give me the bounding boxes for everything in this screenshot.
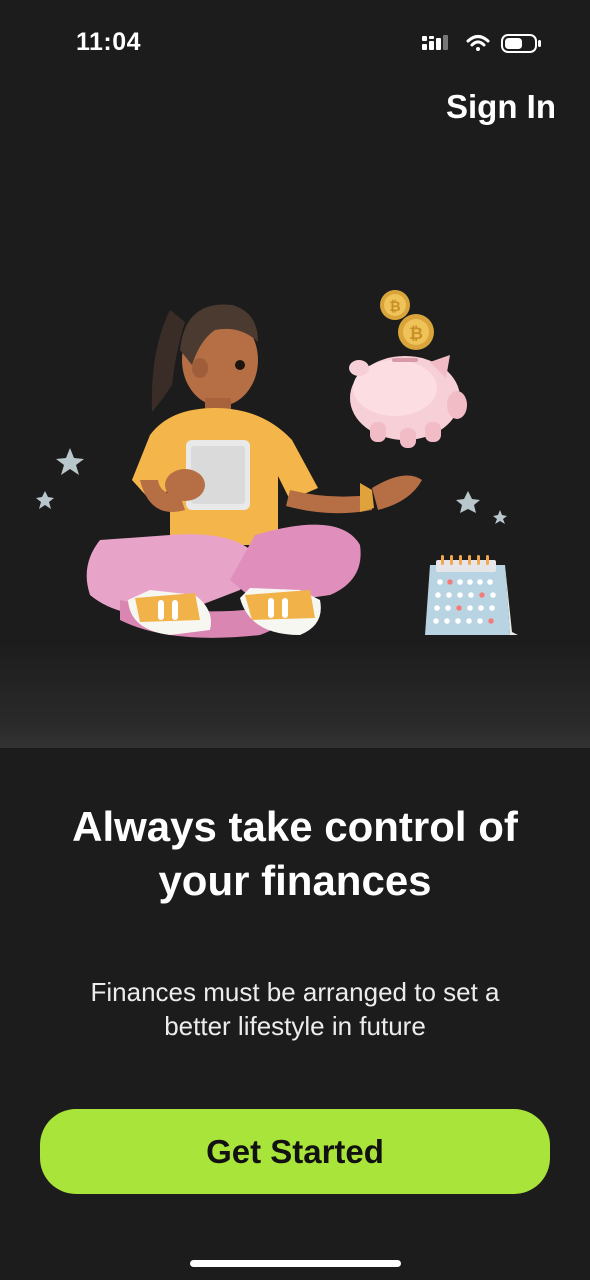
calendar-icon	[425, 555, 518, 635]
coin-icon: ₿	[398, 314, 434, 350]
star-icon	[456, 491, 480, 513]
svg-text:₿: ₿	[409, 324, 423, 344]
hero-illustration: ₿ ₿	[0, 150, 590, 748]
status-icons	[422, 34, 541, 53]
battery-icon	[501, 34, 541, 53]
signal-icon	[422, 35, 448, 50]
star-icon	[36, 491, 54, 509]
get-started-label: Get Started	[206, 1132, 384, 1170]
wifi-icon	[466, 35, 490, 51]
subtitle: Finances must be arranged to set a bette…	[90, 977, 500, 1041]
home-indicator[interactable]	[190, 1260, 401, 1267]
piggy-bank	[349, 355, 467, 448]
onboarding-screen: 11:04 Sign In ₿ ₿ Always take control of…	[0, 0, 590, 1280]
headline: Always take control of your finances	[72, 803, 518, 904]
get-started-button[interactable]: Get Started	[40, 1109, 550, 1194]
svg-text:₿: ₿	[389, 299, 400, 315]
status-time: 11:04	[76, 28, 142, 56]
star-icon	[493, 510, 507, 524]
star-icon	[56, 448, 84, 475]
woman-figure	[86, 304, 422, 638]
coin-icon: ₿	[380, 290, 410, 320]
status-bar: 11:04	[0, 0, 590, 90]
sign-in-button[interactable]: Sign In	[446, 88, 556, 126]
